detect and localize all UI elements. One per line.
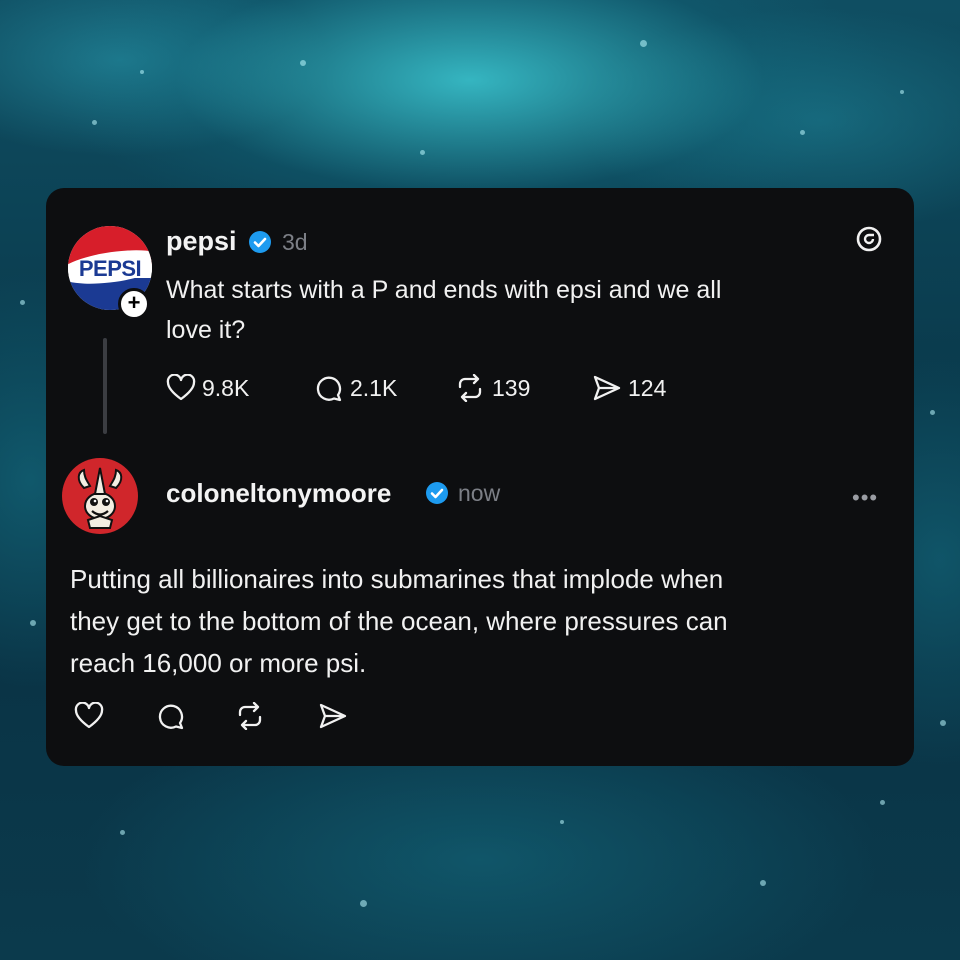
send-icon — [319, 703, 347, 729]
pepsi-logo-text: PEPSI — [78, 256, 142, 281]
cartoon-character-icon — [77, 467, 123, 529]
threads-post-card: PEPSI + pepsi 3d What starts with a P an… — [46, 188, 914, 766]
post-timestamp: 3d — [282, 229, 308, 255]
bubble — [800, 130, 805, 135]
post-text-line-2: love it? — [166, 316, 246, 344]
bubble — [420, 150, 425, 155]
reply-timestamp: now — [458, 480, 501, 506]
bubble — [300, 60, 306, 66]
reply-text-line-3: reach 16,000 or more psi. — [70, 648, 367, 678]
like-button[interactable]: 9.8K — [166, 374, 249, 402]
comment-icon — [158, 704, 184, 730]
bubble — [880, 800, 885, 805]
repost-count: 139 — [492, 374, 531, 401]
bubble — [120, 830, 125, 835]
repost-button[interactable]: 139 — [454, 374, 530, 402]
more-options-icon[interactable]: ••• — [852, 485, 878, 511]
bubble — [930, 410, 935, 415]
bubble — [900, 90, 904, 94]
reply-share-button[interactable] — [318, 702, 348, 735]
bubble — [92, 120, 97, 125]
verified-badge-icon — [426, 482, 448, 504]
post-author-name[interactable]: pepsi — [166, 226, 237, 257]
like-count: 9.8K — [202, 374, 250, 401]
threads-icon[interactable] — [854, 224, 884, 254]
bubble — [30, 620, 36, 626]
bubble — [760, 880, 766, 886]
share-count: 124 — [628, 374, 667, 401]
bubble — [940, 720, 946, 726]
verified-badge-icon — [249, 231, 271, 253]
follow-plus-icon[interactable]: + — [118, 288, 150, 320]
reply-repost-button[interactable] — [234, 701, 266, 735]
heart-icon — [74, 701, 104, 729]
repost-icon — [458, 374, 482, 402]
reply-count: 2.1K — [350, 374, 398, 401]
repost-icon — [238, 701, 262, 731]
bubble — [140, 70, 144, 74]
reply-button[interactable]: 2.1K — [314, 374, 397, 402]
reply-author-name[interactable]: coloneltonymoore — [166, 478, 391, 509]
bubble — [640, 40, 647, 47]
bubble — [360, 900, 367, 907]
heart-icon — [166, 374, 196, 401]
thread-connector-line — [103, 338, 107, 434]
bubble — [560, 820, 564, 824]
reply-text-line-2: they get to the bottom of the ocean, whe… — [70, 606, 728, 636]
post-text-line-1: What starts with a P and ends with epsi … — [166, 276, 722, 304]
share-button[interactable]: 124 — [592, 374, 666, 402]
send-icon — [593, 375, 621, 401]
comment-icon — [316, 376, 342, 402]
reply-text-line-1: Putting all billionaires into submarines… — [70, 564, 724, 594]
coloneltonymoore-avatar[interactable] — [62, 458, 138, 534]
reply-comment-button[interactable] — [156, 702, 186, 735]
bubble — [20, 300, 25, 305]
reply-like-button[interactable] — [74, 701, 104, 735]
